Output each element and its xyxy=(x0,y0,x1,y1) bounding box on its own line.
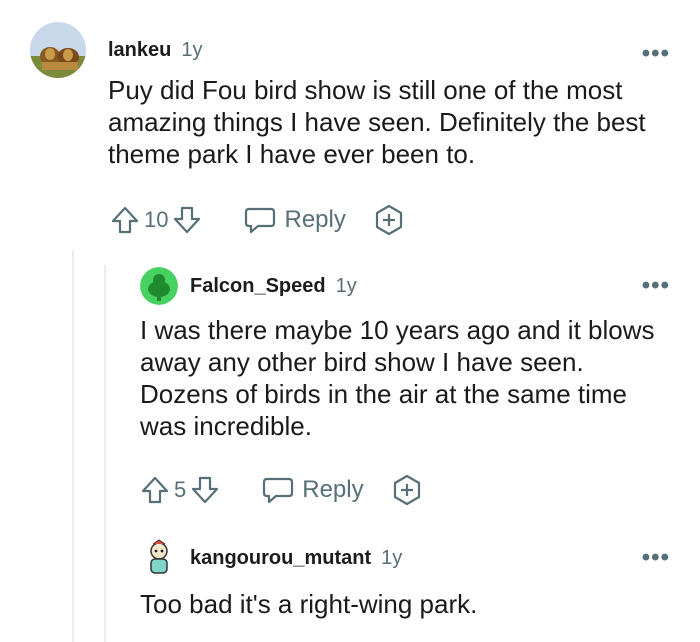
avatar[interactable] xyxy=(140,267,178,305)
vote-control: 5 xyxy=(140,475,220,505)
comment-actions: 10 Reply xyxy=(110,200,670,240)
comment-kangourou-mutant: kangourou_mutant 1y ••• Too bad it's a r… xyxy=(140,538,670,620)
thread-line-level-2[interactable] xyxy=(104,265,106,642)
downvote-arrow-icon[interactable] xyxy=(190,475,220,505)
award-button[interactable] xyxy=(390,473,424,507)
reply-label: Reply xyxy=(302,476,364,503)
award-plus-icon xyxy=(393,474,420,506)
upvote-arrow-icon[interactable] xyxy=(140,475,170,505)
comment-age: 1y xyxy=(335,274,357,297)
comment-body: Puy did Fou bird show is still one of th… xyxy=(108,75,646,169)
more-options-icon[interactable]: ••• xyxy=(642,274,670,298)
vote-score: 5 xyxy=(174,477,187,502)
award-plus-icon xyxy=(375,204,402,236)
avatar[interactable] xyxy=(30,22,86,78)
lions-avatar-icon xyxy=(30,22,86,78)
comment-actions: 5 Reply xyxy=(140,470,670,510)
reply-label: Reply xyxy=(284,206,346,233)
snoo-character-avatar-icon xyxy=(140,539,178,577)
avatar[interactable] xyxy=(140,539,178,577)
vote-score: 10 xyxy=(144,207,169,232)
comment-body: Too bad it's a right-wing park. xyxy=(140,589,478,619)
comment-lankeu: lankeu 1y ••• Puy did Fou bird show is s… xyxy=(30,20,670,240)
vote-control: 10 xyxy=(110,205,202,235)
reply-button[interactable]: Reply xyxy=(262,475,364,505)
snoo-avatar-icon xyxy=(140,267,178,305)
more-options-icon[interactable]: ••• xyxy=(642,546,670,570)
reply-button[interactable]: Reply xyxy=(244,205,346,235)
comment-falcon-speed: Falcon_Speed 1y ••• I was there maybe 10… xyxy=(140,266,670,510)
comment-thread: lankeu 1y ••• Puy did Fou bird show is s… xyxy=(0,0,700,642)
thread-line-root[interactable] xyxy=(72,250,74,642)
upvote-arrow-icon[interactable] xyxy=(110,205,140,235)
comment-age: 1y xyxy=(181,38,203,61)
speech-bubble-icon xyxy=(245,207,276,234)
author-name[interactable]: lankeu xyxy=(108,39,171,62)
comment-body: I was there maybe 10 years ago and it bl… xyxy=(140,315,655,441)
speech-bubble-icon xyxy=(263,477,294,504)
author-name[interactable]: Falcon_Speed xyxy=(190,275,326,298)
more-options-icon[interactable]: ••• xyxy=(642,42,670,66)
author-name[interactable]: kangourou_mutant xyxy=(190,547,371,570)
downvote-arrow-icon[interactable] xyxy=(172,205,202,235)
comment-age: 1y xyxy=(381,546,403,569)
award-button[interactable] xyxy=(372,203,406,237)
